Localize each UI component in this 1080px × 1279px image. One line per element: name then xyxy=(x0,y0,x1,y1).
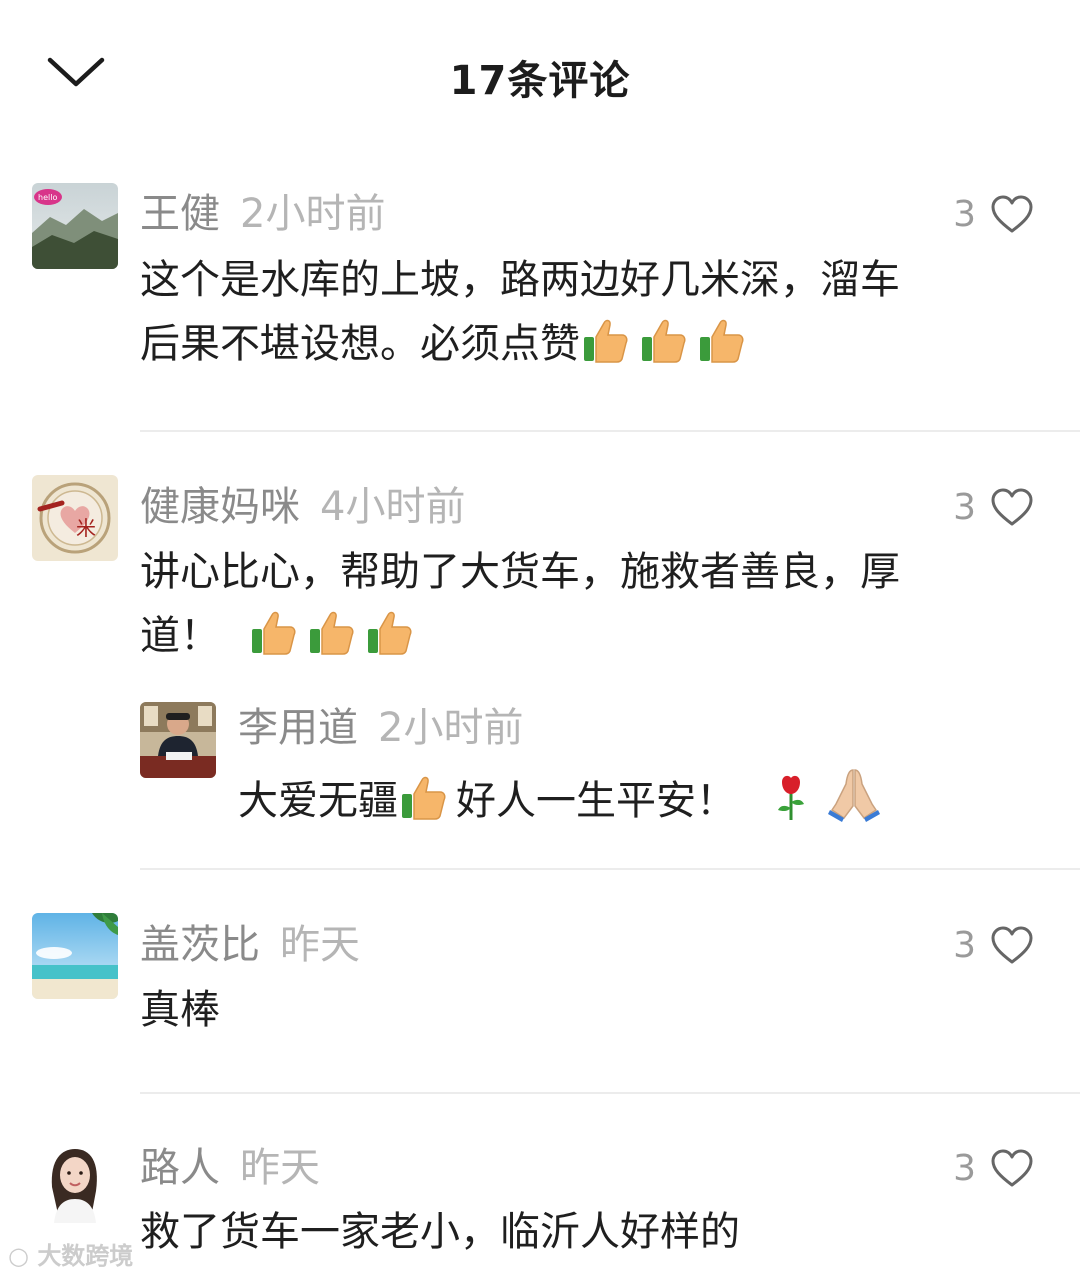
comment-text-line: 讲心比心，帮助了大货车，施救者善良，厚 xyxy=(140,549,900,595)
reply-text: 大爱无疆 好人一生平安！ xyxy=(238,766,892,833)
heart-icon xyxy=(991,926,1033,964)
heart-icon xyxy=(991,1149,1033,1187)
avatar[interactable] xyxy=(32,913,118,999)
comments-sheet: 17条评论 hello 王健 2小时前 3 这个是水库的上坡，路两边好几米深，溜… xyxy=(0,0,1080,1279)
heart-icon xyxy=(991,195,1033,233)
like-button[interactable]: 3 xyxy=(953,1142,1034,1194)
comment-text-line: 这个是水库的上坡，路两边好几米深，溜车 xyxy=(140,257,900,303)
username[interactable]: 健康妈咪 xyxy=(140,484,300,530)
thumbs-up-emoji-icon xyxy=(402,776,446,820)
sheet-header: 17条评论 xyxy=(0,0,1080,140)
avatar[interactable]: hello xyxy=(32,183,118,269)
timestamp: 4小时前 xyxy=(320,484,466,530)
thumbs-up-emoji-icon xyxy=(310,611,354,655)
comment-count-title: 17条评论 xyxy=(449,58,631,104)
timestamp: 昨天 xyxy=(240,1145,320,1191)
svg-text:hello: hello xyxy=(38,193,57,202)
thumbs-up-emoji-icon xyxy=(700,319,744,363)
watermark-logo-icon: ○ xyxy=(8,1242,29,1270)
timestamp: 2小时前 xyxy=(240,191,386,237)
watermark: ○ 大数跨境 xyxy=(8,1236,133,1271)
comment-text-line: 道！ xyxy=(140,604,900,668)
comment-meta: 健康妈咪 4小时前 xyxy=(140,481,465,533)
like-count: 3 xyxy=(953,924,976,966)
praying-hands-emoji-icon xyxy=(828,769,880,822)
heart-icon xyxy=(991,488,1033,526)
like-count: 3 xyxy=(953,1147,976,1189)
like-count: 3 xyxy=(953,193,976,235)
like-button[interactable]: 3 xyxy=(953,481,1034,533)
like-button[interactable]: 3 xyxy=(953,919,1034,971)
reply-avatar[interactable] xyxy=(140,702,216,778)
like-button[interactable]: 3 xyxy=(953,188,1034,240)
comment-text: 真棒 xyxy=(140,987,220,1033)
avatar[interactable] xyxy=(32,1137,118,1223)
divider xyxy=(140,868,1080,870)
thumbs-up-emoji-icon xyxy=(584,319,628,363)
timestamp: 昨天 xyxy=(280,922,360,968)
rose-emoji-icon xyxy=(778,775,804,820)
reply-meta: 李用道 2小时前 xyxy=(238,702,523,754)
username[interactable]: 王健 xyxy=(140,191,220,237)
thumbs-up-emoji-icon xyxy=(252,611,296,655)
comment-text: 这个是水库的上坡，路两边好几米深，溜车 后果不堪设想。必须点赞 xyxy=(140,248,900,376)
thumbs-up-emoji-icon xyxy=(368,611,412,655)
comment-text-line: 后果不堪设想。必须点赞 xyxy=(140,312,900,376)
reply-text-segment: 好人一生平安！ xyxy=(456,778,736,824)
comment-text: 救了货车一家老小，临沂人好样的 xyxy=(140,1209,740,1255)
reply-username[interactable]: 李用道 xyxy=(238,705,358,751)
avatar[interactable]: 米 xyxy=(32,475,118,561)
reply-timestamp: 2小时前 xyxy=(378,705,524,751)
svg-text:米: 米 xyxy=(76,516,96,540)
comment-text-segment: 道！ xyxy=(140,613,220,659)
comment-text: 讲心比心，帮助了大货车，施救者善良，厚 道！ xyxy=(140,540,900,668)
thumbs-up-emoji-icon xyxy=(642,319,686,363)
reply-text-segment: 大爱无疆 xyxy=(238,778,398,824)
watermark-text: 大数跨境 xyxy=(37,1242,134,1270)
comment-meta: 盖茨比 昨天 xyxy=(140,919,360,971)
comment-text-segment: 后果不堪设想。必须点赞 xyxy=(140,321,580,367)
username[interactable]: 路人 xyxy=(140,1145,220,1191)
divider xyxy=(140,1092,1080,1094)
like-count: 3 xyxy=(953,486,976,528)
comment-meta: 王健 2小时前 xyxy=(140,188,385,240)
username[interactable]: 盖茨比 xyxy=(140,922,260,968)
divider xyxy=(140,430,1080,432)
comment-meta: 路人 昨天 xyxy=(140,1142,320,1194)
